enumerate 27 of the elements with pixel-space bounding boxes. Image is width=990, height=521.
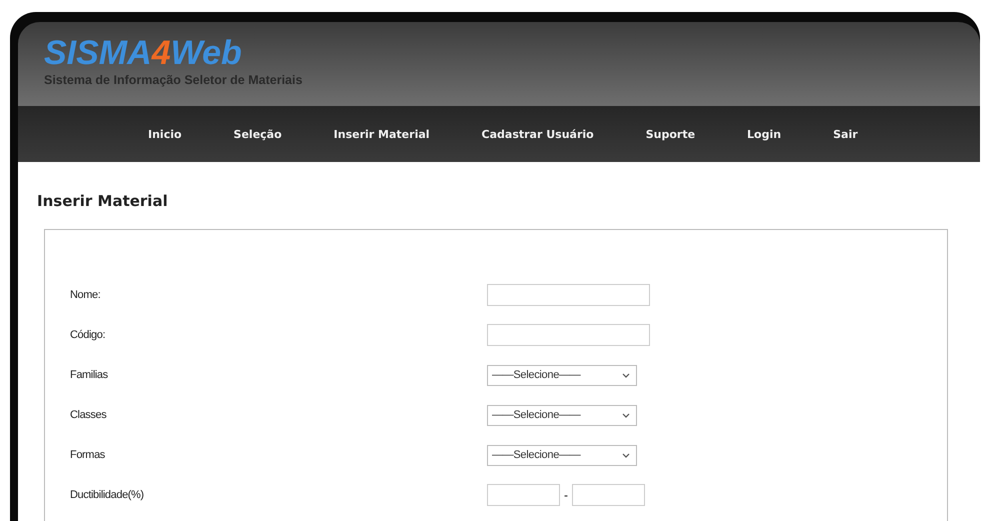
nav-link[interactable]: Seleção xyxy=(234,128,282,140)
nav-link[interactable]: Login xyxy=(747,128,782,140)
site-subtitle: Sistema de Informação Seletor de Materiais xyxy=(44,73,304,87)
nav-link[interactable]: Sair xyxy=(833,128,858,140)
field-label: Classes xyxy=(69,409,108,421)
range-separator: - xyxy=(564,488,568,502)
field-label: Nome: xyxy=(69,289,102,301)
chevron-icon xyxy=(622,372,630,378)
nav-link[interactable]: Cadastrar Usuário xyxy=(482,128,594,140)
input-field[interactable] xyxy=(487,484,560,506)
field-label: Formas xyxy=(69,449,106,461)
input-field[interactable] xyxy=(487,324,650,346)
field-label: Ductibilidade(%) xyxy=(69,489,145,501)
chevron-icon xyxy=(622,412,630,418)
input-field[interactable] xyxy=(487,284,650,306)
site-logo: SISMA4Web xyxy=(44,36,242,70)
dropdown[interactable]: ——Selecione—— xyxy=(487,364,637,386)
dropdown[interactable]: ——Selecione—— xyxy=(487,444,637,466)
nav-link[interactable]: Inicio xyxy=(148,128,182,140)
field-label: Código: xyxy=(69,329,106,341)
input-field[interactable] xyxy=(572,484,645,506)
nav-link[interactable]: Inserir Material xyxy=(334,128,430,140)
dropdown[interactable]: ——Selecione—— xyxy=(487,404,637,426)
chevron-icon xyxy=(622,452,630,458)
field-label: Familias xyxy=(69,369,109,381)
page-title: Inserir Material xyxy=(37,192,169,210)
nav-link[interactable]: Suporte xyxy=(646,128,696,140)
